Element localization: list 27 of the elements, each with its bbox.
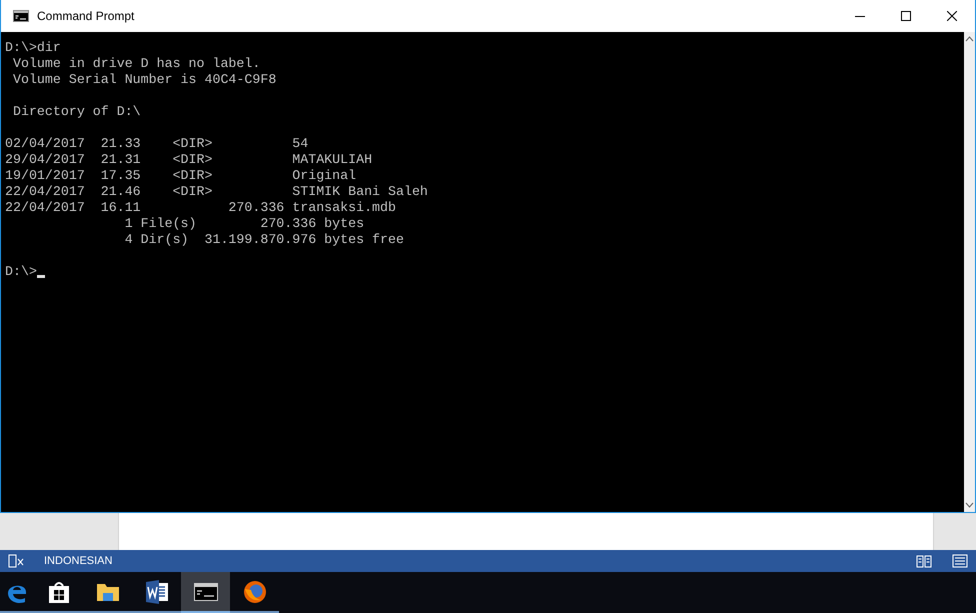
console-line: 4 Dir(s) 31.199.870.976 bytes free [124, 232, 405, 248]
console-line: 29/04/2017 21.31 <DIR> MATAKULIAH [5, 152, 374, 168]
console-line: 22/04/2017 21.46 <DIR> STIMIK Bani Saleh [5, 184, 429, 200]
console-line: 22/04/2017 16.11 270.336 transaksi.mdb [5, 200, 397, 216]
print-layout-icon[interactable] [952, 554, 968, 568]
proofing-icon[interactable] [8, 554, 24, 568]
window-title: Command Prompt [37, 9, 136, 23]
console-line: Volume in drive D has no label. [12, 56, 262, 72]
scrollbar[interactable] [964, 32, 975, 512]
read-mode-icon[interactable] [916, 554, 932, 568]
command-prompt: D:\> [5, 264, 37, 280]
store-bag-icon [46, 580, 70, 604]
console-line: D:\>dir [5, 40, 62, 56]
console-line: Volume Serial Number is 40C4-C9F8 [12, 72, 278, 88]
taskbar-button[interactable] [181, 572, 230, 613]
console-line: 19/01/2017 17.35 <DIR> Original [5, 168, 358, 184]
console-line: Directory of D:\ [12, 104, 142, 120]
console-line: 1 File(s) 270.336 bytes [124, 216, 366, 232]
globe-fox-icon [242, 580, 266, 604]
close-icon [947, 11, 957, 21]
language-label[interactable]: INDONESIAN [44, 555, 896, 567]
terminal-icon [13, 10, 29, 22]
console-line: 02/04/2017 21.33 <DIR> 54 [5, 136, 310, 152]
maximize-icon [901, 11, 911, 21]
text-cursor [36, 275, 45, 278]
terminal-icon [194, 582, 218, 600]
word-icon [144, 580, 168, 604]
